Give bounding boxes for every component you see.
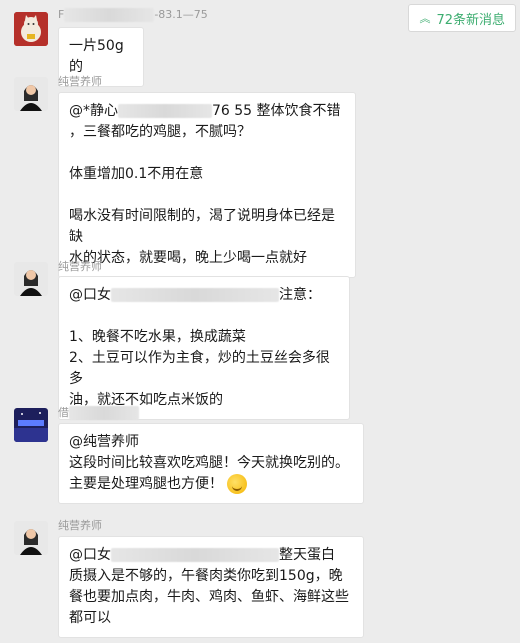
sender-name: 借 bbox=[58, 404, 139, 420]
laughing-tears-emoji-icon bbox=[227, 474, 247, 494]
message-bubble[interactable]: @口女 整天蛋白 质摄入是不够的，午餐肉类你吃到150g，晚 餐也要加点肉，牛肉、… bbox=[58, 536, 364, 638]
message-line: 水的状态，就要喝，晚上少喝一点就好 bbox=[69, 250, 307, 266]
message-line: @*静心 76 55 整体饮食不错 bbox=[69, 103, 341, 119]
double-chevron-up-icon: ︽ bbox=[419, 11, 431, 25]
sender-name: 纯营养师 bbox=[58, 75, 102, 88]
woman-portrait-icon bbox=[14, 521, 48, 555]
message-line: ，三餐都吃的鸡腿，不腻吗？ bbox=[69, 124, 251, 140]
message-line: 这段时间比较喜欢吃鸡腿！今天就换吃别的。 bbox=[69, 455, 349, 471]
redacted-text bbox=[118, 104, 212, 118]
avatar[interactable] bbox=[14, 12, 48, 46]
avatar[interactable] bbox=[14, 262, 48, 296]
message-text: 一片50g的 bbox=[69, 38, 124, 75]
message-bubble[interactable]: @口女 注意： 1、晚餐不吃水果，换成蔬菜 2、土豆可以作为主食，炒的土豆丝会多很… bbox=[58, 276, 350, 420]
redacted-text bbox=[111, 548, 279, 562]
message-line: @口女 整天蛋白 bbox=[69, 547, 335, 563]
message-line: 1、晚餐不吃水果，换成蔬菜 bbox=[69, 329, 246, 345]
message-line: @口女 注意： bbox=[69, 287, 321, 303]
message-line: 2、土豆可以作为主食，炒的土豆丝会多很多 bbox=[69, 350, 330, 387]
redacted-text bbox=[69, 406, 139, 420]
avatar[interactable] bbox=[14, 408, 48, 442]
sender-name: 纯营养师 bbox=[58, 519, 102, 532]
avatar[interactable] bbox=[14, 521, 48, 555]
sender-name: F -83.1—75 bbox=[58, 8, 208, 22]
message-line: 主要是处理鸡腿也方便！ bbox=[69, 474, 353, 495]
sender-name: 纯营养师 bbox=[58, 260, 102, 273]
avatar[interactable] bbox=[14, 77, 48, 111]
woman-portrait-icon bbox=[14, 262, 48, 296]
message-line: @纯营养师 bbox=[69, 434, 139, 450]
lucky-cat-icon bbox=[14, 12, 48, 46]
message-line: 餐也要加点肉，牛肉、鸡肉、鱼虾、海鲜这些 bbox=[69, 589, 349, 605]
new-messages-button[interactable]: ︽ 72条新消息 bbox=[408, 4, 516, 32]
message-line: 都可以 bbox=[69, 610, 111, 626]
redacted-text bbox=[64, 8, 155, 22]
message-bubble[interactable]: @纯营养师 这段时间比较喜欢吃鸡腿！今天就换吃别的。 主要是处理鸡腿也方便！ bbox=[58, 423, 364, 504]
message-bubble[interactable]: @*静心 76 55 整体饮食不错 ，三餐都吃的鸡腿，不腻吗？ 体重增加0.1不用… bbox=[58, 92, 356, 278]
woman-portrait-icon bbox=[14, 77, 48, 111]
redacted-text bbox=[111, 288, 279, 302]
message-line: 体重增加0.1不用在意 bbox=[69, 166, 204, 182]
night-scene-icon bbox=[14, 408, 48, 442]
message-line: 质摄入是不够的，午餐肉类你吃到150g，晚 bbox=[69, 568, 343, 584]
message-line: 喝水没有时间限制的，渴了说明身体已经是缺 bbox=[69, 208, 335, 245]
new-messages-label: 72条新消息 bbox=[436, 12, 505, 28]
